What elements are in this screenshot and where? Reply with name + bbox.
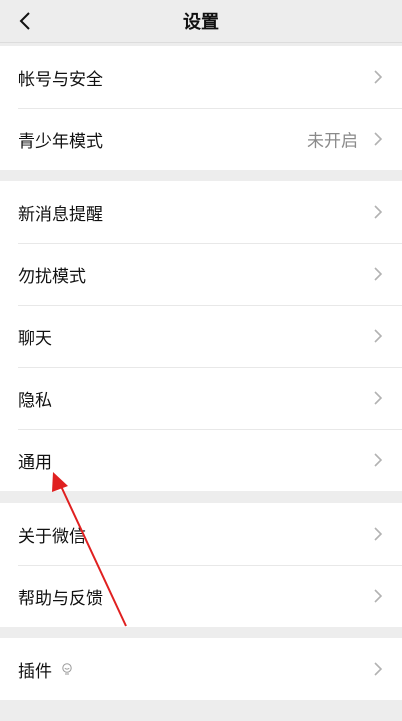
settings-group-about: 关于微信 帮助与反馈 (0, 503, 402, 627)
top-nav-bar: 设置 (0, 0, 402, 43)
settings-item-label: 新消息提醒 (18, 204, 103, 225)
settings-item-label: 帮助与反馈 (18, 588, 103, 609)
settings-item-help-feedback[interactable]: 帮助与反馈 (0, 565, 402, 627)
settings-item-label: 青少年模式 (18, 131, 103, 152)
settings-item-new-message-alerts[interactable]: 新消息提醒 (0, 181, 402, 243)
settings-item-label: 聊天 (18, 328, 52, 349)
chevron-right-icon (374, 267, 383, 281)
settings-item-label: 帐号与安全 (18, 69, 103, 90)
settings-group-general: 新消息提醒 勿扰模式 聊天 隐私 通用 (0, 181, 402, 491)
chevron-right-icon (374, 391, 383, 405)
settings-group-plugins: 插件 (0, 638, 402, 700)
settings-item-teen-mode[interactable]: 青少年模式 未开启 (0, 108, 402, 170)
settings-item-label: 关于微信 (18, 526, 86, 547)
chevron-right-icon (374, 527, 383, 541)
settings-item-do-not-disturb[interactable]: 勿扰模式 (0, 243, 402, 305)
settings-item-account-security[interactable]: 帐号与安全 (0, 46, 402, 108)
settings-item-label: 通用 (18, 452, 52, 473)
settings-item-chat[interactable]: 聊天 (0, 305, 402, 367)
chevron-right-icon (374, 453, 383, 467)
settings-group-account: 帐号与安全 青少年模式 未开启 (0, 46, 402, 170)
chevron-right-icon (374, 589, 383, 603)
chevron-right-icon (374, 662, 383, 676)
chevron-right-icon (374, 132, 383, 146)
chevron-right-icon (374, 329, 383, 343)
settings-item-plugins[interactable]: 插件 (0, 638, 402, 700)
settings-item-about-wechat[interactable]: 关于微信 (0, 503, 402, 565)
chevron-right-icon (374, 205, 383, 219)
settings-item-general[interactable]: 通用 (0, 429, 402, 491)
settings-item-label: 插件 (18, 661, 52, 682)
settings-item-label: 勿扰模式 (18, 266, 86, 287)
settings-item-value: 未开启 (307, 131, 358, 152)
page-title: 设置 (183, 12, 219, 33)
chevron-right-icon (374, 70, 383, 84)
settings-item-label: 隐私 (18, 390, 52, 411)
plugin-status-icon (62, 663, 72, 675)
settings-item-privacy[interactable]: 隐私 (0, 367, 402, 429)
